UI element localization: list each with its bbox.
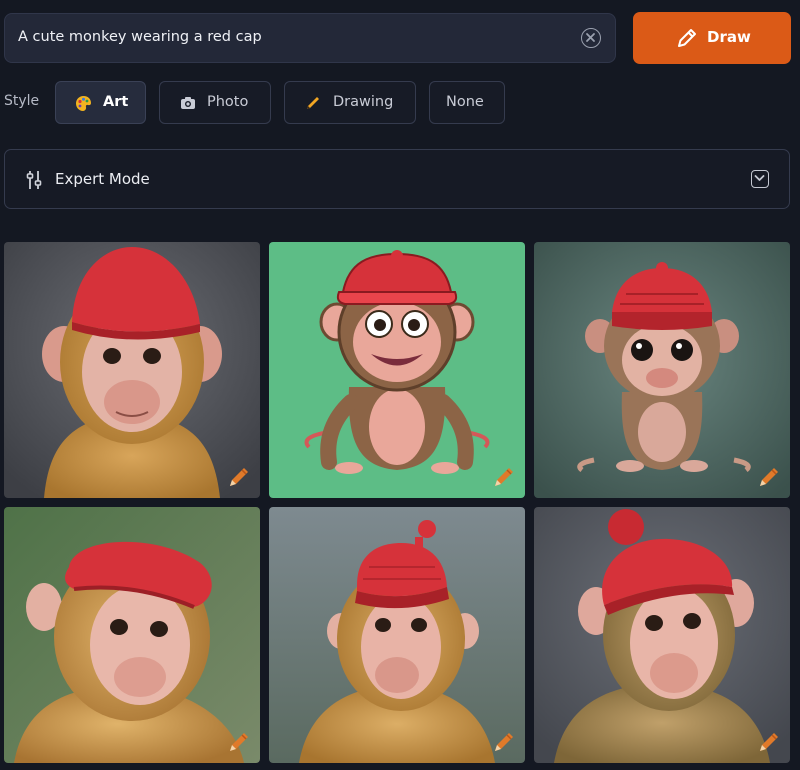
prompt-text[interactable]: A cute monkey wearing a red cap — [18, 29, 262, 45]
style-label: Style — [4, 93, 40, 109]
style-option-art[interactable]: Art — [55, 81, 146, 124]
image-generator-panel: A cute monkey wearing a red cap Draw Sty… — [0, 0, 800, 770]
chevron-down-icon[interactable] — [751, 170, 769, 188]
monkey-image — [269, 242, 525, 498]
style-option-none[interactable]: None — [429, 81, 505, 124]
style-option-drawing[interactable]: Drawing — [284, 81, 416, 124]
edit-pencil-icon[interactable] — [226, 464, 252, 490]
edit-pencil-icon[interactable] — [226, 729, 252, 755]
style-option-label: Photo — [207, 94, 249, 110]
draw-button-label: Draw — [707, 28, 751, 46]
edit-pencil-icon[interactable] — [491, 729, 517, 755]
style-option-label: Art — [103, 94, 129, 110]
monkey-image — [534, 507, 790, 763]
gallery-image[interactable] — [4, 507, 260, 763]
monkey-image — [269, 507, 525, 763]
gallery-image[interactable] — [534, 507, 790, 763]
prompt-input[interactable]: A cute monkey wearing a red cap — [4, 13, 616, 63]
style-option-photo[interactable]: Photo — [159, 81, 271, 124]
gallery-image[interactable] — [4, 242, 260, 498]
edit-pencil-icon[interactable] — [491, 464, 517, 490]
gallery-image[interactable] — [534, 242, 790, 498]
expert-mode-toggle[interactable]: Expert Mode — [4, 149, 790, 209]
draw-button[interactable]: Draw — [633, 12, 791, 64]
monkey-image — [4, 242, 260, 498]
monkey-image — [534, 242, 790, 498]
style-option-label: Drawing — [333, 94, 394, 110]
style-option-label: None — [446, 94, 484, 110]
monkey-image — [4, 507, 260, 763]
palette-icon — [76, 96, 91, 111]
camera-icon — [181, 97, 195, 109]
expert-mode-label: Expert Mode — [55, 170, 150, 188]
pencil-icon — [678, 29, 696, 47]
sliders-icon — [26, 171, 42, 189]
gallery-image[interactable] — [269, 507, 525, 763]
edit-pencil-icon[interactable] — [756, 729, 782, 755]
edit-pencil-icon[interactable] — [756, 464, 782, 490]
clear-circle-x-icon[interactable] — [581, 28, 601, 48]
gallery-image[interactable] — [269, 242, 525, 498]
pencil-icon — [307, 97, 319, 109]
